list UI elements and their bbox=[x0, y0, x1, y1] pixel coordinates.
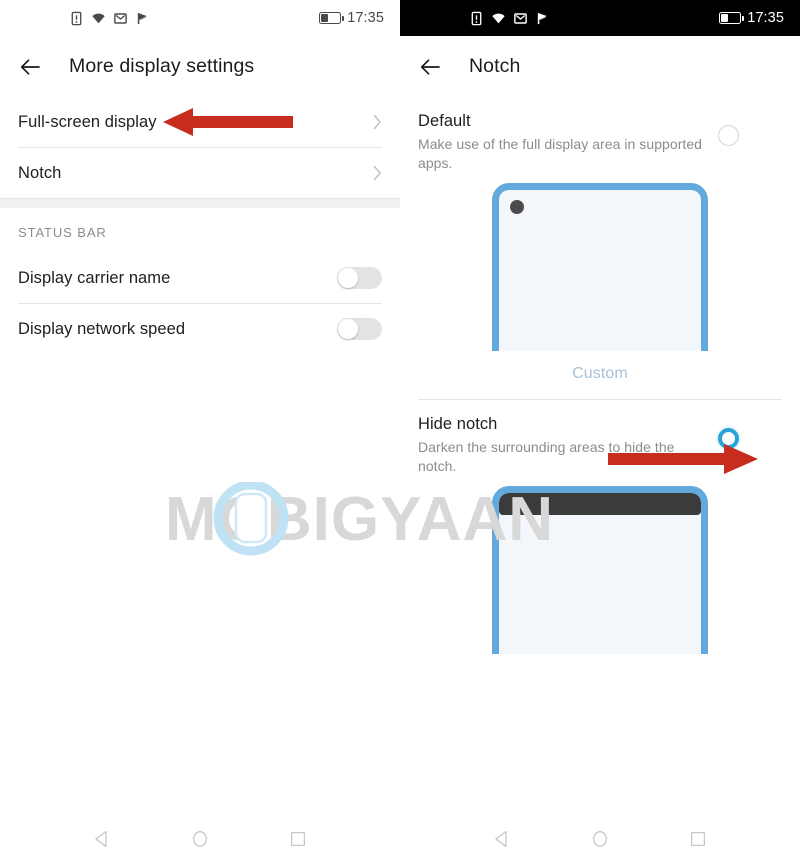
display-network-speed-toggle[interactable] bbox=[337, 318, 382, 340]
toggle-row-display-carrier-name[interactable]: Display carrier name bbox=[0, 253, 400, 303]
phone-frame bbox=[492, 486, 708, 654]
back-arrow-icon[interactable] bbox=[418, 54, 444, 80]
option-title: Hide notch bbox=[418, 415, 498, 433]
sidebar-item-full-screen-display[interactable]: Full-screen display bbox=[0, 97, 400, 147]
status-bar-icons-right bbox=[469, 11, 550, 26]
home-circle-icon[interactable] bbox=[190, 829, 210, 849]
camera-dot-icon bbox=[510, 200, 524, 214]
chevron-right-icon bbox=[373, 114, 381, 130]
status-bar-right-cluster-right: 17:35 bbox=[719, 10, 784, 26]
app-bar-left: More display settings bbox=[0, 36, 400, 97]
radio-default[interactable] bbox=[718, 125, 739, 146]
wifi-icon bbox=[492, 13, 505, 23]
row-label: Full-screen display bbox=[18, 112, 157, 131]
sidebar-item-notch[interactable]: Notch bbox=[0, 148, 400, 198]
status-bar-clock: 17:35 bbox=[747, 10, 784, 26]
option-description: Make use of the full display area in sup… bbox=[418, 136, 703, 171]
wifi-icon bbox=[92, 13, 105, 23]
chevron-right-icon bbox=[373, 165, 381, 181]
status-bar-left: 17:35 bbox=[0, 0, 400, 36]
left-phone-screen: 17:35 More display settings Full-screen … bbox=[0, 0, 400, 868]
option-row-default[interactable]: Default Make use of the full display are… bbox=[400, 97, 800, 183]
preview-default bbox=[400, 183, 800, 351]
preview-hide-notch bbox=[400, 486, 800, 654]
navigation-bar-left bbox=[0, 810, 400, 868]
option-description: Darken the surrounding areas to hide the… bbox=[418, 439, 675, 474]
battery-icon bbox=[719, 12, 745, 24]
battery-icon bbox=[319, 12, 345, 24]
preview-caption-custom: Custom bbox=[400, 351, 800, 399]
back-triangle-icon[interactable] bbox=[92, 829, 112, 849]
row-label: Display carrier name bbox=[18, 268, 171, 287]
row-label: Display network speed bbox=[18, 319, 186, 338]
recents-square-icon[interactable] bbox=[688, 829, 708, 849]
radio-hide-notch[interactable] bbox=[718, 428, 739, 449]
option-row-hide-notch[interactable]: Hide notch Darken the surrounding areas … bbox=[400, 400, 800, 486]
back-triangle-icon[interactable] bbox=[492, 829, 512, 849]
status-bar-right-cluster-left: 17:35 bbox=[319, 10, 384, 26]
mail-icon bbox=[114, 12, 127, 24]
sim-alert-icon bbox=[471, 11, 482, 25]
recents-square-icon[interactable] bbox=[288, 829, 308, 849]
app-bar-right: Notch bbox=[400, 36, 800, 97]
option-title: Default bbox=[418, 112, 471, 130]
option-text-block: Hide notch Darken the surrounding areas … bbox=[418, 414, 718, 476]
toggle-knob bbox=[338, 268, 358, 288]
mail-icon bbox=[514, 12, 527, 24]
option-text-block: Default Make use of the full display are… bbox=[418, 111, 718, 173]
play-badge-icon bbox=[537, 12, 547, 24]
status-bar-icons-left bbox=[69, 11, 150, 26]
navigation-bar-right bbox=[400, 810, 800, 868]
sim-alert-icon bbox=[71, 11, 82, 25]
toggle-knob bbox=[338, 319, 358, 339]
phone-preview-hide-notch bbox=[492, 486, 708, 654]
page-title: More display settings bbox=[69, 55, 255, 77]
play-badge-icon bbox=[137, 12, 147, 24]
dual-screenshot-container: 17:35 More display settings Full-screen … bbox=[0, 0, 800, 868]
section-header-status-bar: STATUS BAR bbox=[0, 208, 400, 253]
back-arrow-icon[interactable] bbox=[18, 54, 44, 80]
display-carrier-name-toggle[interactable] bbox=[337, 267, 382, 289]
status-bar-clock: 17:35 bbox=[347, 10, 384, 26]
phone-preview-default bbox=[492, 183, 708, 351]
phone-frame bbox=[492, 183, 708, 351]
page-title: Notch bbox=[469, 55, 521, 77]
right-phone-screen: 17:35 Notch Default Make use of the full… bbox=[400, 0, 800, 868]
section-separator bbox=[0, 198, 400, 208]
home-circle-icon[interactable] bbox=[590, 829, 610, 849]
status-bar-right: 17:35 bbox=[400, 0, 800, 36]
toggle-row-display-network-speed[interactable]: Display network speed bbox=[0, 304, 400, 354]
darkened-notch-bar bbox=[499, 493, 701, 515]
row-label: Notch bbox=[18, 163, 62, 182]
